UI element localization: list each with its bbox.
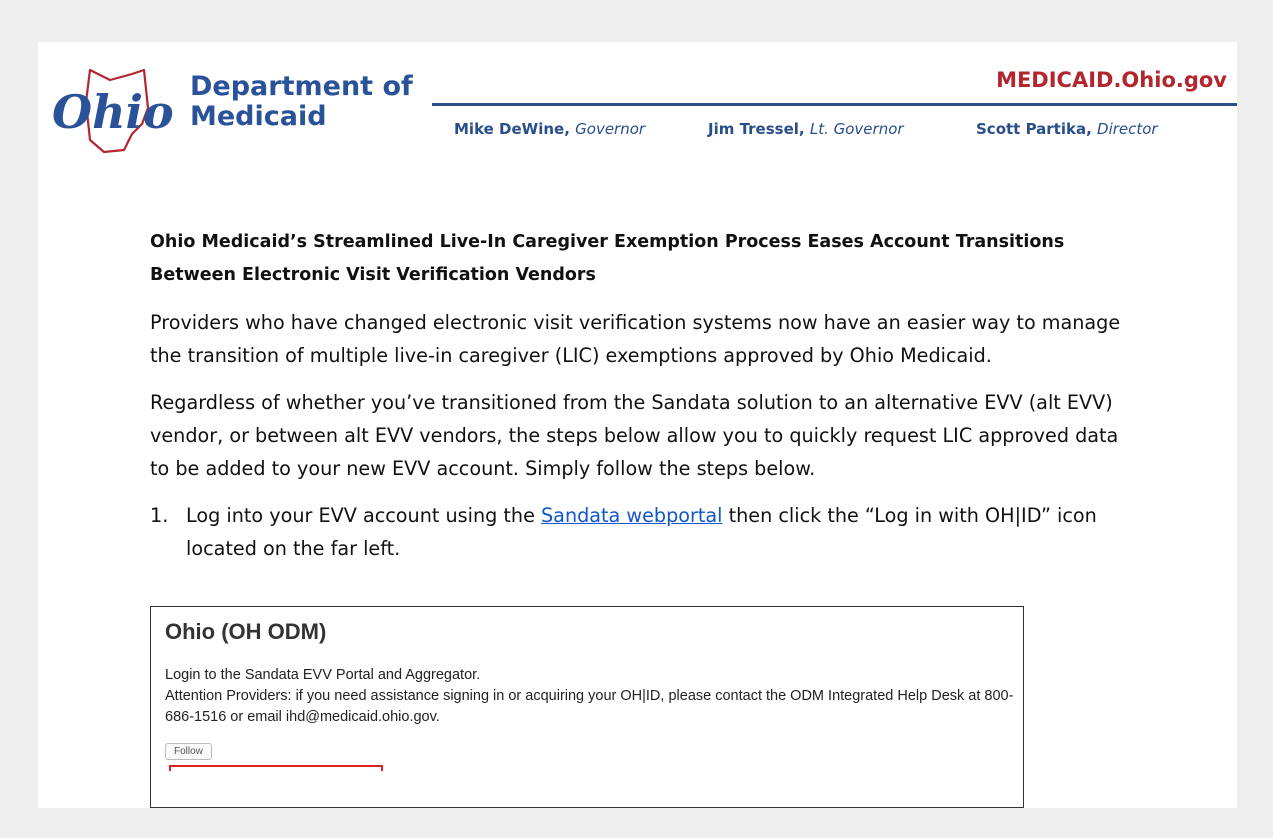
official-lt-governor: Jim Tressel, Lt. Governor — [708, 120, 904, 138]
official-role: Governor — [575, 120, 646, 138]
official-role: Director — [1097, 120, 1158, 138]
portal-title: Ohio (OH ODM) — [165, 619, 327, 644]
embedded-portal-screenshot: Ohio (OH ODM) Login to the Sandata EVV P… — [150, 606, 1024, 808]
step-number: 1. — [150, 504, 169, 527]
official-name: Jim Tressel, — [708, 120, 805, 138]
portal-description: Login to the Sandata EVV Portal and Aggr… — [165, 665, 1015, 728]
follow-button[interactable]: Follow — [165, 743, 212, 760]
step-item: 1. Log into your EVV account using the S… — [150, 499, 1140, 565]
department-line-1: Department of — [190, 71, 413, 102]
official-director: Scott Partika, Director — [976, 120, 1158, 138]
site-link[interactable]: MEDICAID.Ohio.gov — [996, 68, 1227, 92]
department-title: Department of Medicaid — [190, 72, 413, 132]
paragraph-intro: Providers who have changed electronic vi… — [150, 311, 1121, 367]
highlight-box — [169, 765, 383, 771]
official-role: Lt. Governor — [809, 120, 904, 138]
portal-line-2: Attention Providers: if you need assista… — [165, 688, 1014, 725]
ohio-logo: Ohio — [46, 62, 186, 162]
header-rule — [432, 103, 1237, 106]
article-body: Ohio Medicaid’s Streamlined Live-In Care… — [150, 226, 1140, 565]
portal-line-1: Login to the Sandata EVV Portal and Aggr… — [165, 667, 481, 683]
sandata-webportal-link[interactable]: Sandata webportal — [541, 504, 723, 527]
official-name: Scott Partika, — [976, 120, 1092, 138]
article-headline: Ohio Medicaid’s Streamlined Live-In Care… — [150, 232, 1065, 285]
svg-text:Ohio: Ohio — [52, 85, 174, 139]
department-line-2: Medicaid — [190, 101, 327, 132]
step-text-before: Log into your EVV account using the — [186, 504, 541, 527]
paragraph-steps-intro: Regardless of whether you’ve transitione… — [150, 391, 1119, 480]
official-governor: Mike DeWine, Governor — [454, 120, 645, 138]
official-name: Mike DeWine, — [454, 120, 570, 138]
